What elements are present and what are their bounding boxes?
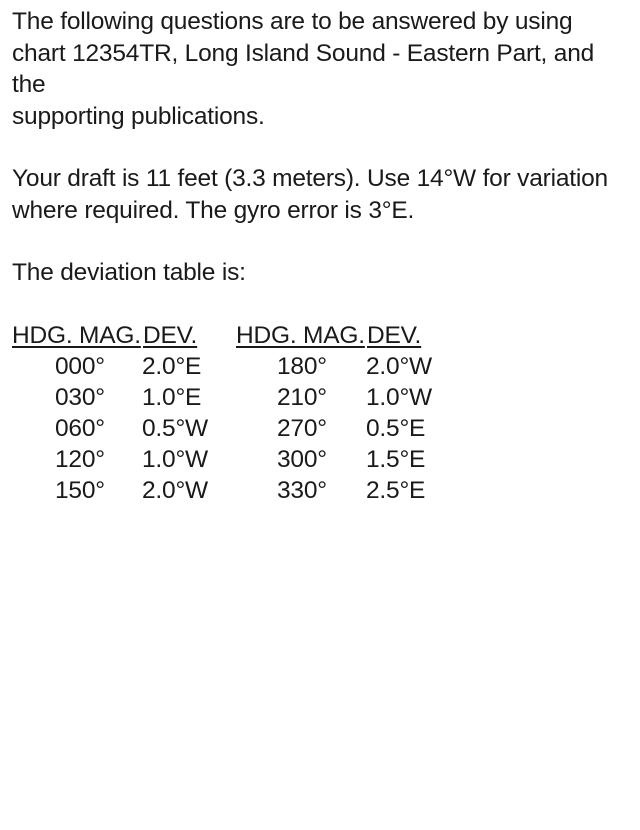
- deviation-table: HDG. MAG. DEV. HDG. MAG. DEV. 000° 2.0°E…: [12, 320, 634, 507]
- document-page: The following questions are to be answer…: [12, 6, 634, 507]
- deviation-cell: 1.5°E: [366, 446, 426, 474]
- conditions-line-1: Your draft is 11 feet (3.3 meters). Use …: [12, 165, 608, 192]
- heading-cell: 210°: [277, 383, 327, 411]
- table-intro: The deviation table is:: [12, 259, 246, 286]
- deviation-cell: 2.0°W: [142, 477, 208, 505]
- header-dev-left: DEV.: [143, 321, 198, 349]
- deviation-cell: 1.0°W: [142, 446, 208, 474]
- table-row: 060° 0.5°W 270° 0.5°E: [12, 413, 634, 444]
- deviation-cell: 0.5°E: [366, 415, 426, 443]
- intro-line-2: chart 12354TR, Long Island Sound - Easte…: [12, 39, 595, 99]
- heading-cell: 150°: [55, 477, 105, 505]
- deviation-cell: 2.5°E: [366, 477, 426, 505]
- heading-cell: 180°: [277, 352, 327, 380]
- header-dev-right: DEV.: [367, 321, 422, 349]
- intro-paragraph: The following questions are to be answer…: [12, 6, 634, 132]
- heading-cell: 300°: [277, 446, 327, 474]
- deviation-cell: 2.0°W: [366, 352, 432, 380]
- conditions-line-2: where required. The gyro error is 3°E.: [12, 196, 415, 224]
- deviation-cell: 0.5°W: [142, 415, 208, 443]
- table-row: 150° 2.0°W 330° 2.5°E: [12, 475, 634, 506]
- intro-line-3: supporting publications.: [12, 102, 265, 130]
- deviation-cell: 1.0°W: [366, 383, 432, 411]
- heading-cell: 330°: [277, 477, 327, 505]
- header-hdg-mag-right: HDG. MAG.: [236, 321, 365, 349]
- deviation-cell: 1.0°E: [142, 383, 202, 411]
- table-header-row: HDG. MAG. DEV. HDG. MAG. DEV.: [12, 320, 634, 351]
- conditions-paragraph: Your draft is 11 feet (3.3 meters). Use …: [12, 163, 634, 226]
- header-hdg-mag-left: HDG. MAG.: [12, 321, 141, 349]
- table-row: 030° 1.0°E 210° 1.0°W: [12, 382, 634, 413]
- heading-cell: 060°: [55, 415, 105, 443]
- deviation-cell: 2.0°E: [142, 352, 202, 380]
- heading-cell: 120°: [55, 446, 105, 474]
- table-row: 120° 1.0°W 300° 1.5°E: [12, 444, 634, 475]
- heading-cell: 000°: [55, 352, 105, 380]
- heading-cell: 030°: [55, 383, 105, 411]
- heading-cell: 270°: [277, 415, 327, 443]
- table-row: 000° 2.0°E 180° 2.0°W: [12, 351, 634, 382]
- intro-line-1: The following questions are to be answer…: [12, 8, 573, 35]
